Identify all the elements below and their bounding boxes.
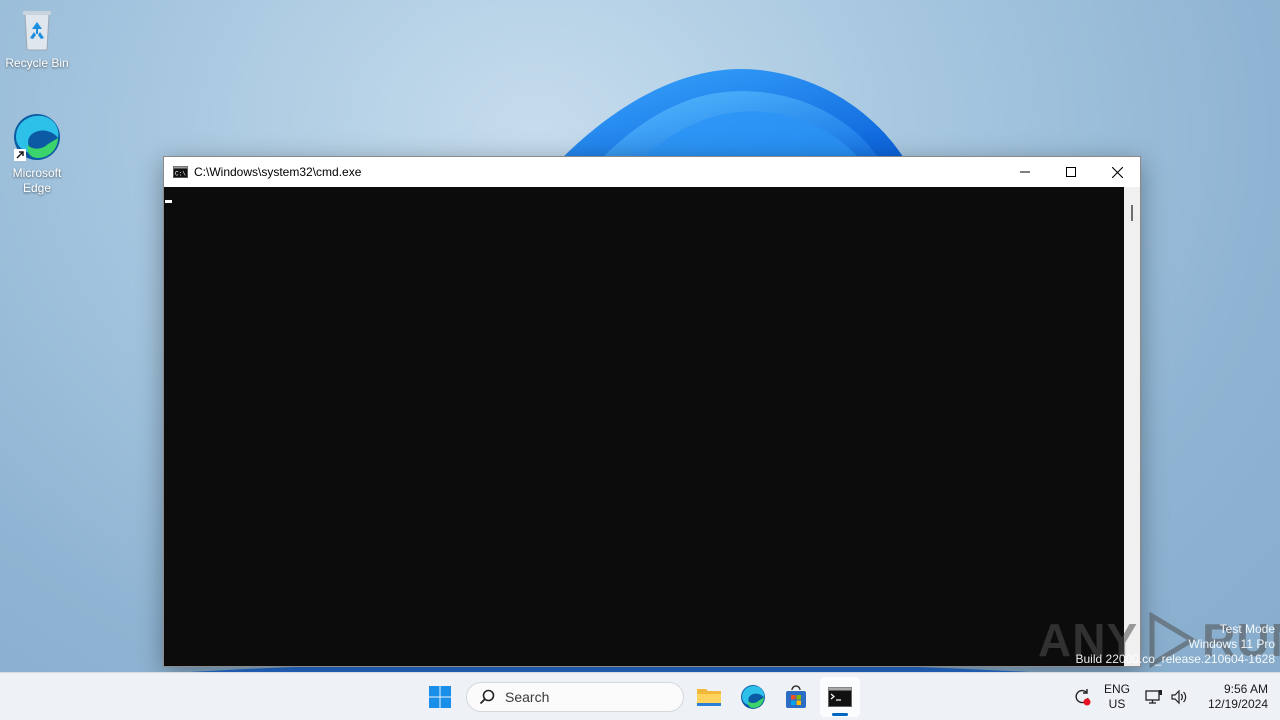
volume-icon bbox=[1171, 689, 1187, 705]
taskbar-file-explorer[interactable] bbox=[689, 677, 729, 717]
edge-icon bbox=[741, 685, 765, 709]
cmd-window[interactable]: C:\ C:\Windows\system32\cmd.exe bbox=[163, 156, 1141, 667]
minimize-button[interactable] bbox=[1002, 157, 1048, 187]
build-line: Build 22000.co_release.210604-1628 bbox=[1075, 652, 1276, 666]
taskbar-store[interactable] bbox=[776, 677, 816, 717]
start-button[interactable] bbox=[420, 677, 460, 717]
scrollbar-thumb[interactable] bbox=[1131, 205, 1133, 221]
os-edition-line: Windows 11 Pro bbox=[1188, 637, 1275, 651]
maximize-icon bbox=[1066, 167, 1076, 177]
start-icon bbox=[429, 686, 451, 708]
svg-text:C:\: C:\ bbox=[175, 171, 186, 178]
active-app-indicator bbox=[832, 713, 848, 716]
region-code: US bbox=[1108, 697, 1126, 711]
recycle-bin-icon bbox=[23, 11, 51, 51]
taskbar-cmd[interactable] bbox=[820, 677, 860, 717]
search-icon bbox=[479, 689, 495, 705]
test-mode-notice: Test Mode Windows 11 Pro Build 22000.co_… bbox=[1076, 622, 1276, 667]
desktop-icon-edge[interactable]: Microsoft Edge bbox=[1, 112, 73, 196]
console-icon: C:\ bbox=[173, 166, 188, 178]
taskbar: ENG US 9:56 AM 12/19/2024 bbox=[0, 672, 1280, 720]
sync-alert-icon bbox=[1075, 689, 1091, 706]
edge-label: Microsoft Edge bbox=[12, 166, 62, 195]
close-icon bbox=[1111, 166, 1123, 178]
window-title: C:\Windows\system32\cmd.exe bbox=[194, 165, 362, 179]
edge-icon bbox=[14, 114, 60, 161]
text-cursor bbox=[165, 200, 172, 203]
cmd-icon bbox=[828, 687, 852, 707]
tray-volume[interactable] bbox=[1168, 673, 1190, 720]
maximize-button[interactable] bbox=[1048, 157, 1094, 187]
taskbar-search[interactable] bbox=[466, 682, 684, 712]
close-button[interactable] bbox=[1094, 157, 1140, 187]
clock-date: 12/19/2024 bbox=[1207, 697, 1268, 711]
language-indicator[interactable]: ENG US bbox=[1100, 673, 1134, 720]
network-icon bbox=[1145, 690, 1162, 704]
file-explorer-icon bbox=[697, 689, 721, 706]
tray-clock[interactable]: 9:56 AM 12/19/2024 bbox=[1194, 673, 1268, 720]
tray-sync[interactable] bbox=[1070, 673, 1094, 720]
language-code: ENG bbox=[1103, 682, 1130, 696]
store-icon bbox=[786, 685, 806, 708]
search-input[interactable] bbox=[505, 689, 655, 705]
window-titlebar[interactable]: C:\ C:\Windows\system32\cmd.exe bbox=[164, 157, 1140, 187]
minimize-icon bbox=[1020, 171, 1030, 173]
desktop-icon-recycle-bin[interactable]: Recycle Bin bbox=[1, 8, 73, 71]
recycle-bin-label: Recycle Bin bbox=[5, 56, 69, 70]
console-area[interactable] bbox=[164, 187, 1124, 666]
test-mode-line: Test Mode bbox=[1219, 622, 1275, 636]
vertical-scrollbar[interactable] bbox=[1124, 187, 1140, 666]
taskbar-edge[interactable] bbox=[733, 677, 773, 717]
clock-time: 9:56 AM bbox=[1223, 682, 1268, 696]
tray-network[interactable] bbox=[1144, 673, 1164, 720]
